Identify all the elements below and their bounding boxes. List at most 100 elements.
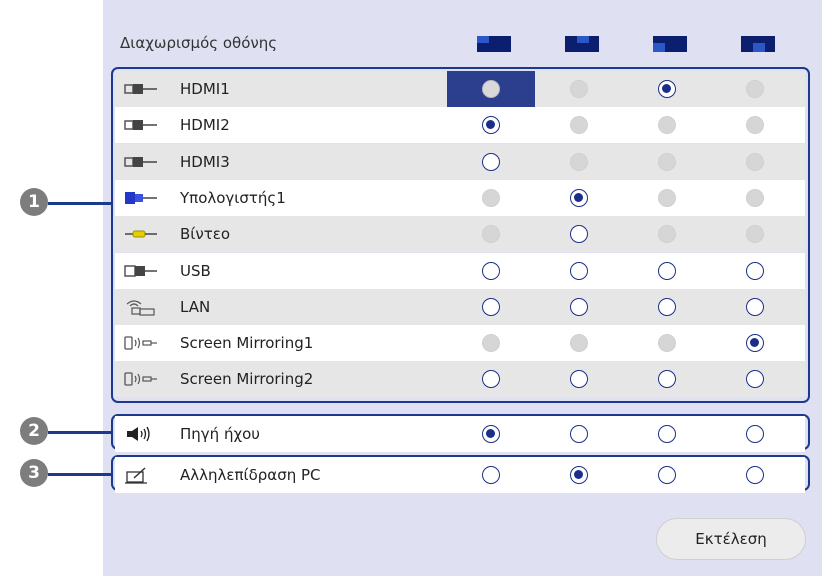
radio-button[interactable] <box>482 116 500 135</box>
layout-cell-4 <box>711 144 799 180</box>
layout-cell-1 <box>447 71 535 107</box>
radio-button[interactable] <box>658 80 676 98</box>
row-label: Screen Mirroring1 <box>180 334 314 353</box>
radio-button <box>482 225 500 244</box>
pen-board-icon <box>123 466 159 484</box>
layout-bottom-right-icon <box>741 36 775 52</box>
radio-button[interactable] <box>570 225 588 244</box>
execute-button[interactable]: Εκτέλεση <box>656 518 806 560</box>
layout-cell-2 <box>535 457 623 493</box>
layout-cell-3 <box>623 457 711 493</box>
source-row-hdmi2: HDMI2 <box>115 107 805 144</box>
lan-icon <box>123 298 159 316</box>
callout-line-1 <box>48 202 111 205</box>
layout-cell-3 <box>623 216 711 252</box>
layout-cell-3 <box>623 180 711 216</box>
layout-cell-4 <box>711 325 799 361</box>
callout-line-3 <box>48 473 111 476</box>
row-label: Βίντεο <box>180 225 231 244</box>
row-label: Αλληλεπίδραση PC <box>180 466 321 484</box>
source-row-hdmi3: HDMI3 <box>115 143 805 180</box>
callout-2: 2 <box>20 417 48 445</box>
row-label: HDMI3 <box>180 152 230 171</box>
layout-cell-2 <box>535 416 623 452</box>
radio-button[interactable] <box>570 466 588 484</box>
row-label: HDMI2 <box>180 116 230 135</box>
radio-button <box>658 188 676 207</box>
radio-button[interactable] <box>658 466 676 484</box>
radio-button[interactable] <box>658 261 676 280</box>
radio-button[interactable] <box>746 425 764 443</box>
radio-button[interactable] <box>746 370 764 389</box>
radio-button[interactable] <box>746 466 764 484</box>
source-row-usb: USB <box>115 252 805 289</box>
radio-button[interactable] <box>482 297 500 316</box>
layout-cell-3 <box>623 289 711 325</box>
radio-button[interactable] <box>746 261 764 280</box>
source-row-screen-mirroring2: Screen Mirroring2 <box>115 361 805 398</box>
speaker-icon <box>123 425 159 443</box>
layout-cell-1 <box>447 289 535 325</box>
layout-cell-2 <box>535 144 623 180</box>
radio-button[interactable] <box>570 370 588 389</box>
radio-button <box>658 334 676 353</box>
layout-cell-3 <box>623 144 711 180</box>
layout-cell-1 <box>447 144 535 180</box>
pc-interactive-row: Αλληλεπίδραση PC <box>115 457 805 493</box>
layout-cell-2 <box>535 180 623 216</box>
row-label: LAN <box>180 297 211 316</box>
radio-button <box>570 80 588 98</box>
layout-cell-4 <box>711 180 799 216</box>
layout-cell-4 <box>711 107 799 143</box>
screen-mirroring-icon <box>123 334 159 352</box>
screen-mirroring-icon <box>123 370 159 388</box>
radio-button[interactable] <box>482 370 500 389</box>
page-title: Διαχωρισμός οθόνης <box>120 34 278 52</box>
radio-button <box>746 116 764 135</box>
radio-button[interactable] <box>658 297 676 316</box>
rca-video-icon <box>123 225 159 243</box>
layout-cell-3 <box>623 416 711 452</box>
radio-button <box>570 334 588 353</box>
layout-cell-2 <box>535 216 623 252</box>
layout-cell-1 <box>447 107 535 143</box>
layout-cell-2 <box>535 361 623 397</box>
row-label: Πηγή ήχου <box>180 425 260 443</box>
layout-cell-1 <box>447 361 535 397</box>
radio-button[interactable] <box>482 152 500 171</box>
layout-cell-3 <box>623 361 711 397</box>
row-label: Υπολογιστής1 <box>180 188 286 207</box>
vga-icon <box>123 189 159 207</box>
layout-cell-4 <box>711 71 799 107</box>
layout-cell-4 <box>711 253 799 289</box>
radio-button[interactable] <box>570 297 588 316</box>
usb-icon <box>123 262 159 280</box>
radio-button[interactable] <box>482 425 500 443</box>
radio-button[interactable] <box>658 370 676 389</box>
radio-button[interactable] <box>482 261 500 280</box>
source-row-υπολογιστής1: Υπολογιστής1 <box>115 179 805 216</box>
layout-cell-1 <box>447 416 535 452</box>
layout-bottom-left-icon <box>653 36 687 52</box>
radio-button[interactable] <box>570 188 588 207</box>
radio-button <box>482 334 500 353</box>
radio-button <box>658 225 676 244</box>
audio-source-row: Πηγή ήχου <box>115 416 805 452</box>
radio-button <box>746 152 764 171</box>
radio-button[interactable] <box>570 261 588 280</box>
radio-button[interactable] <box>570 425 588 443</box>
layout-cell-1 <box>447 180 535 216</box>
radio-button[interactable] <box>482 80 500 98</box>
layout-cell-3 <box>623 107 711 143</box>
radio-button[interactable] <box>746 297 764 316</box>
radio-button[interactable] <box>746 334 764 353</box>
layout-cell-4 <box>711 361 799 397</box>
row-label: Screen Mirroring2 <box>180 370 314 389</box>
hdmi-icon <box>123 153 159 171</box>
layout-cell-2 <box>535 325 623 361</box>
callout-1: 1 <box>20 188 48 216</box>
layout-cell-4 <box>711 216 799 252</box>
radio-button[interactable] <box>658 425 676 443</box>
radio-button[interactable] <box>482 466 500 484</box>
hdmi-icon <box>123 116 159 134</box>
